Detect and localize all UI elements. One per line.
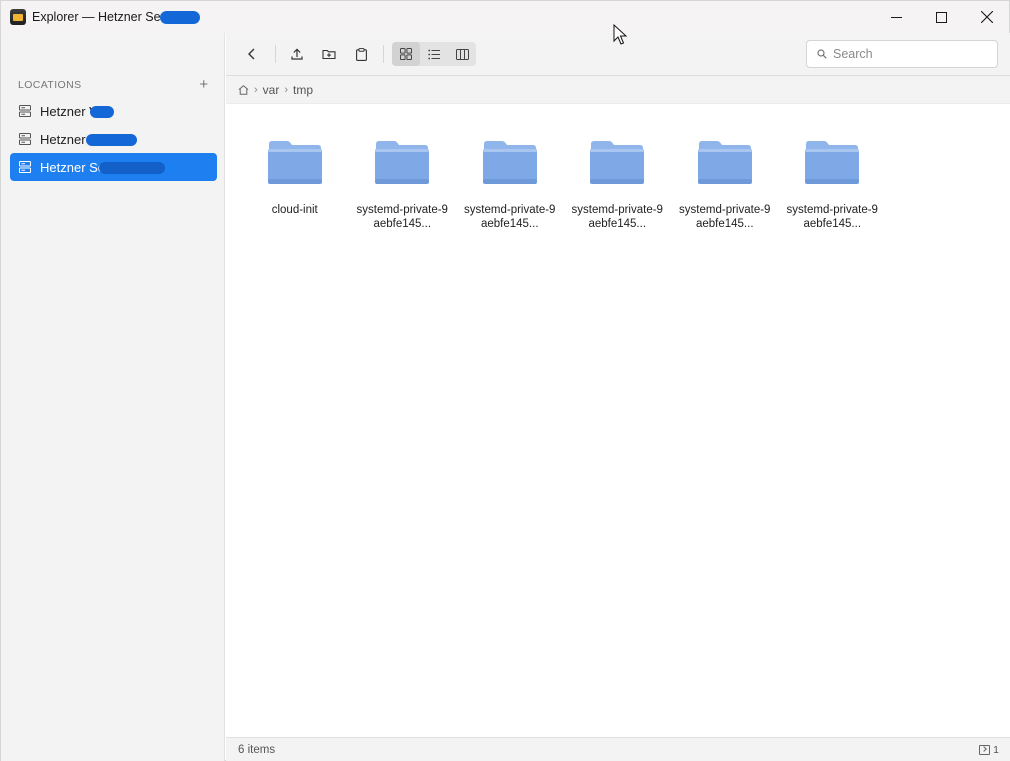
add-location-button[interactable]: +: [196, 76, 212, 93]
search-icon: [817, 49, 827, 59]
location-item-3[interactable]: Hetzner Sem: [10, 153, 217, 181]
folder-icon: [375, 141, 430, 184]
clipboard-icon: [355, 47, 367, 61]
app-icon: [10, 9, 26, 25]
search-box[interactable]: [806, 40, 998, 68]
redaction-mark: [90, 106, 114, 118]
window-title-text: Explorer — Hetzner Sem: [32, 10, 171, 24]
back-icon: [248, 48, 255, 60]
new-folder-icon: [322, 49, 336, 60]
file-grid-area[interactable]: cloud-init systemd-private-9aebfe145...: [226, 104, 1010, 737]
sidebar: LOCATIONS + Hetzner V Hetzner Hetzner Se…: [1, 33, 225, 761]
location-item-1[interactable]: Hetzner V: [10, 97, 217, 125]
breadcrumb-item-var[interactable]: var: [263, 83, 280, 97]
maximize-button[interactable]: [919, 1, 964, 33]
server-icon: [19, 133, 31, 145]
close-icon: [980, 11, 993, 23]
view-mode-switcher: [392, 42, 476, 66]
folder-icon: [482, 141, 537, 184]
toolbar-divider: [383, 45, 384, 63]
redaction-mark: [86, 134, 137, 146]
status-bar: 6 items 1: [226, 737, 1010, 761]
grid-view-icon: [400, 48, 412, 60]
item-count: 6 items: [238, 743, 276, 756]
breadcrumb-separator: ›: [254, 83, 258, 96]
redaction-mark: [160, 11, 200, 24]
clipboard-button[interactable]: [348, 42, 374, 66]
terminal-count: 1: [993, 743, 999, 756]
upload-icon: [291, 48, 303, 60]
file-name: systemd-private-9aebfe145...: [356, 204, 448, 230]
explorer-window: Explorer — Hetzner Sem LOCATIONS + Hetzn…: [0, 0, 1010, 761]
location-item-2[interactable]: Hetzner: [10, 125, 217, 153]
breadcrumb: › var › tmp: [226, 76, 1010, 104]
file-name: systemd-private-9aebfe145...: [786, 204, 878, 230]
folder-item[interactable]: systemd-private-9aebfe145...: [779, 139, 887, 231]
file-name: cloud-init: [271, 204, 318, 216]
grid-view-button[interactable]: [392, 42, 420, 66]
file-grid: cloud-init systemd-private-9aebfe145...: [241, 139, 886, 231]
maximize-icon: [936, 11, 947, 23]
toolbar-divider: [275, 45, 276, 63]
location-label: Hetzner: [40, 131, 86, 147]
list-view-icon: [428, 49, 440, 59]
window-title: Explorer — Hetzner Sem: [32, 10, 200, 24]
columns-view-button[interactable]: [448, 42, 476, 66]
folder-item[interactable]: systemd-private-9aebfe145...: [671, 139, 779, 231]
folder-icon: [805, 141, 860, 184]
folder-item[interactable]: systemd-private-9aebfe145...: [349, 139, 457, 231]
file-name: systemd-private-9aebfe145...: [571, 204, 663, 230]
folder-item[interactable]: systemd-private-9aebfe145...: [564, 139, 672, 231]
server-icon: [19, 161, 31, 173]
locations-list: Hetzner V Hetzner Hetzner Sem: [10, 97, 217, 181]
folder-icon: [267, 141, 322, 184]
upload-button[interactable]: [284, 42, 310, 66]
folder-item[interactable]: systemd-private-9aebfe145...: [456, 139, 564, 231]
file-name: systemd-private-9aebfe145...: [679, 204, 771, 230]
back-button[interactable]: [239, 42, 265, 66]
redaction-mark: [99, 162, 165, 174]
window-controls: [874, 1, 1009, 33]
search-input[interactable]: [833, 47, 983, 61]
home-icon[interactable]: [238, 84, 249, 95]
new-folder-button[interactable]: [316, 42, 342, 66]
columns-view-icon: [455, 48, 469, 60]
minimize-icon: [891, 16, 902, 18]
minimize-button[interactable]: [874, 1, 919, 33]
file-name: systemd-private-9aebfe145...: [464, 204, 556, 230]
folder-item[interactable]: cloud-init: [241, 139, 349, 231]
folder-icon: [590, 141, 645, 184]
mouse-cursor-icon: [613, 24, 627, 45]
locations-label: LOCATIONS: [18, 78, 82, 91]
title-bar[interactable]: Explorer — Hetzner Sem: [1, 1, 1009, 33]
breadcrumb-item-tmp[interactable]: tmp: [293, 83, 313, 97]
breadcrumb-separator: ›: [284, 83, 289, 96]
locations-header: LOCATIONS +: [18, 76, 212, 93]
terminal-indicator[interactable]: 1: [979, 744, 999, 756]
terminal-icon: [979, 744, 991, 755]
folder-icon: [697, 141, 752, 184]
list-view-button[interactable]: [420, 42, 448, 66]
server-icon: [19, 105, 31, 117]
close-button[interactable]: [964, 1, 1009, 33]
